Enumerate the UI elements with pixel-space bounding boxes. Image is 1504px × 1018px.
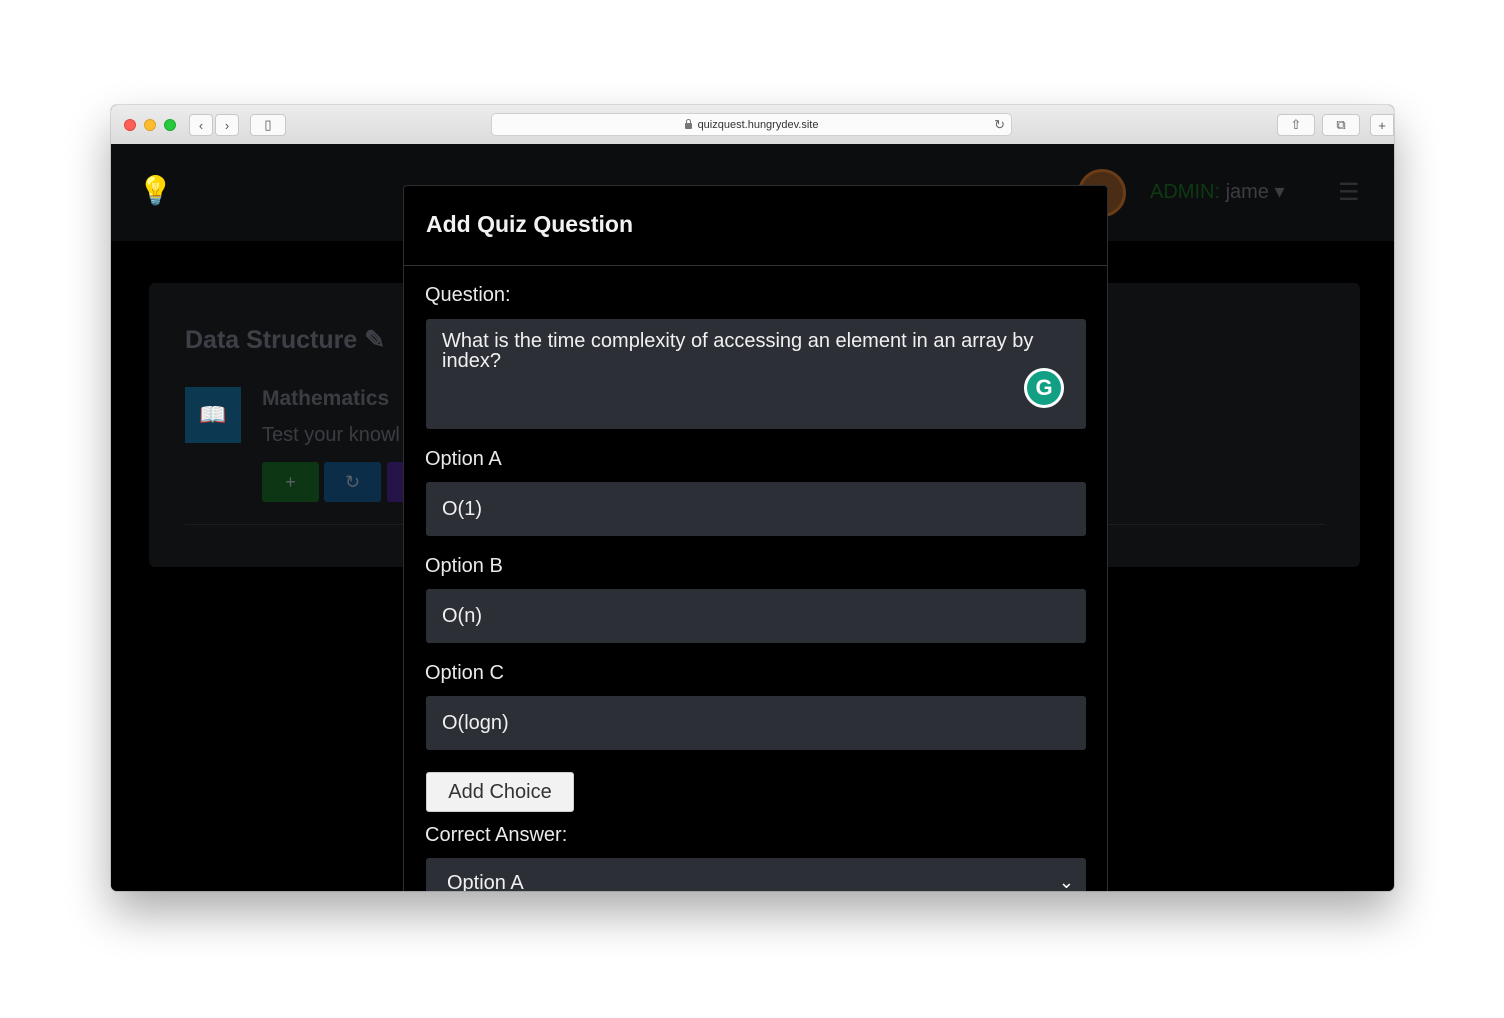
book-icon: 📖: [185, 387, 241, 443]
user-menu[interactable]: ADMIN: jame ▾: [1150, 179, 1285, 204]
caret-down-icon: ▾: [1274, 181, 1285, 203]
option-c-label: Option C: [425, 662, 504, 684]
new-tab-button[interactable]: +: [1370, 114, 1394, 136]
grammarly-glyph: G: [1035, 375, 1053, 400]
correct-answer-select[interactable]: Option A ⌄: [426, 858, 1086, 891]
forward-button[interactable]: ›: [215, 114, 239, 136]
minimize-window-button[interactable]: [144, 119, 156, 131]
subject-title: Data Structure ✎: [185, 325, 385, 355]
show-tabs-button[interactable]: ⧉: [1322, 114, 1360, 136]
option-c-value: O(logn): [442, 711, 509, 734]
plus-icon: +: [1378, 117, 1386, 133]
option-a-value: O(1): [442, 497, 482, 520]
refresh-quiz-button[interactable]: ↻: [324, 462, 381, 502]
option-b-value: O(n): [442, 604, 482, 627]
browser-window: ‹ › ▯ quizquest.hungrydev.site ↻ ⇧ ⧉ + 💡…: [111, 105, 1394, 891]
back-button[interactable]: ‹: [189, 114, 213, 136]
correct-answer-label: Correct Answer:: [425, 824, 568, 846]
sidebar-icon: ▯: [264, 117, 272, 132]
zoom-window-button[interactable]: [164, 119, 176, 131]
share-icon: ⇧: [1290, 117, 1302, 132]
option-b-label: Option B: [425, 555, 503, 577]
grammarly-icon[interactable]: G: [1024, 368, 1064, 408]
chevron-left-icon: ‹: [198, 117, 204, 133]
option-a-input[interactable]: O(1): [426, 482, 1086, 536]
menu-icon[interactable]: ☰: [1338, 178, 1360, 207]
option-b-input[interactable]: O(n): [426, 589, 1086, 643]
modal-header: Add Quiz Question: [404, 186, 1107, 266]
address-bar[interactable]: quizquest.hungrydev.site ↻: [491, 113, 1012, 136]
add-choice-button[interactable]: Add Choice: [426, 772, 574, 812]
question-textarea[interactable]: What is the time complexity of accessing…: [426, 319, 1086, 429]
add-quiz-button[interactable]: +: [262, 462, 319, 502]
modal-title: Add Quiz Question: [426, 211, 633, 237]
question-label: Question:: [425, 284, 511, 306]
subject-title-text: Data Structure: [185, 326, 358, 354]
add-question-modal: Add Quiz Question Question: What is the …: [403, 185, 1108, 891]
username: jame: [1225, 181, 1269, 203]
lightbulb-logo-icon[interactable]: 💡: [138, 174, 173, 207]
quiz-description: Test your knowl: [262, 424, 400, 446]
plus-icon: +: [285, 471, 296, 492]
pencil-icon[interactable]: ✎: [364, 326, 385, 354]
lock-icon: [684, 118, 692, 129]
sidebar-toggle-button[interactable]: ▯: [250, 114, 286, 136]
question-text: What is the time complexity of accessing…: [442, 330, 1034, 372]
option-c-input[interactable]: O(logn): [426, 696, 1086, 750]
close-window-button[interactable]: [124, 119, 136, 131]
option-a-label: Option A: [425, 448, 502, 470]
book-glyph: 📖: [199, 402, 227, 427]
reload-icon[interactable]: ↻: [994, 117, 1005, 133]
chevron-down-icon: ⌄: [1058, 872, 1074, 891]
chevron-right-icon: ›: [224, 117, 230, 133]
quiz-name: Mathematics: [262, 387, 390, 410]
refresh-icon: ↻: [344, 471, 361, 492]
page-viewport: 💡 ADMIN: jame ▾ ☰ Data Structure ✎ 📖 Mat…: [111, 144, 1394, 891]
url-text: quizquest.hungrydev.site: [697, 118, 819, 131]
correct-answer-value: Option A: [447, 872, 524, 891]
tabs-icon: ⧉: [1336, 117, 1346, 132]
admin-label: ADMIN:: [1150, 181, 1220, 203]
browser-titlebar: ‹ › ▯ quizquest.hungrydev.site ↻ ⇧ ⧉ +: [111, 105, 1394, 145]
share-button[interactable]: ⇧: [1277, 114, 1315, 136]
